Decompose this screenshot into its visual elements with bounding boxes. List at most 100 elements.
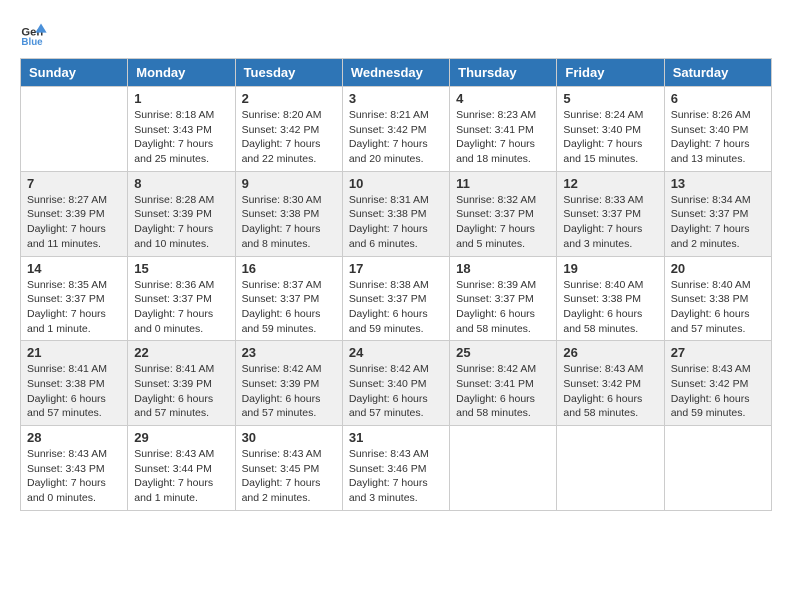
day-number: 26 xyxy=(563,345,657,360)
day-number: 2 xyxy=(242,91,336,106)
day-number: 1 xyxy=(134,91,228,106)
day-number: 27 xyxy=(671,345,765,360)
calendar-cell: 21 Sunrise: 8:41 AMSunset: 3:38 PMDayligh… xyxy=(21,341,128,426)
weekday-header-saturday: Saturday xyxy=(664,59,771,87)
day-info: Sunrise: 8:43 AMSunset: 3:46 PMDaylight:… xyxy=(349,447,443,506)
day-info: Sunrise: 8:43 AMSunset: 3:42 PMDaylight:… xyxy=(671,362,765,421)
day-number: 31 xyxy=(349,430,443,445)
day-number: 11 xyxy=(456,176,550,191)
weekday-header-wednesday: Wednesday xyxy=(342,59,449,87)
calendar-cell: 12 Sunrise: 8:33 AMSunset: 3:37 PMDayligh… xyxy=(557,171,664,256)
day-info: Sunrise: 8:28 AMSunset: 3:39 PMDaylight:… xyxy=(134,193,228,252)
day-info: Sunrise: 8:27 AMSunset: 3:39 PMDaylight:… xyxy=(27,193,121,252)
day-number: 19 xyxy=(563,261,657,276)
calendar-cell: 7 Sunrise: 8:27 AMSunset: 3:39 PMDaylight… xyxy=(21,171,128,256)
calendar-cell: 10Sunrise: 8:31 AMSunset: 3:38 PMDayligh… xyxy=(342,171,449,256)
day-number: 3 xyxy=(349,91,443,106)
day-info: Sunrise: 8:30 AMSunset: 3:38 PMDaylight:… xyxy=(242,193,336,252)
calendar-cell: 19 Sunrise: 8:40 AMSunset: 3:38 PMDayligh… xyxy=(557,256,664,341)
calendar-cell: 29 Sunrise: 8:43 AMSunset: 3:44 PMDayligh… xyxy=(128,426,235,511)
calendar-cell: 13Sunrise: 8:34 AMSunset: 3:37 PMDayligh… xyxy=(664,171,771,256)
day-number: 20 xyxy=(671,261,765,276)
calendar-cell: 27 Sunrise: 8:43 AMSunset: 3:42 PMDayligh… xyxy=(664,341,771,426)
logo-icon: Gen Blue xyxy=(20,20,48,48)
calendar-cell: 18 Sunrise: 8:39 AMSunset: 3:37 PMDayligh… xyxy=(450,256,557,341)
calendar-cell: 1 Sunrise: 8:18 AMSunset: 3:43 PMDaylight… xyxy=(128,87,235,172)
calendar-week-row: 7 Sunrise: 8:27 AMSunset: 3:39 PMDaylight… xyxy=(21,171,772,256)
calendar-cell: 22Sunrise: 8:41 AMSunset: 3:39 PMDayligh… xyxy=(128,341,235,426)
day-info: Sunrise: 8:43 AMSunset: 3:42 PMDaylight:… xyxy=(563,362,657,421)
page-header: Gen Blue xyxy=(20,20,772,48)
calendar-cell: 25 Sunrise: 8:42 AMSunset: 3:41 PMDayligh… xyxy=(450,341,557,426)
day-info: Sunrise: 8:41 AMSunset: 3:38 PMDaylight:… xyxy=(27,362,121,421)
calendar-cell: 8 Sunrise: 8:28 AMSunset: 3:39 PMDaylight… xyxy=(128,171,235,256)
calendar-cell: 11 Sunrise: 8:32 AMSunset: 3:37 PMDayligh… xyxy=(450,171,557,256)
day-number: 23 xyxy=(242,345,336,360)
day-info: Sunrise: 8:37 AMSunset: 3:37 PMDaylight:… xyxy=(242,278,336,337)
calendar-cell: 5 Sunrise: 8:24 AMSunset: 3:40 PMDaylight… xyxy=(557,87,664,172)
day-number: 14 xyxy=(27,261,121,276)
day-info: Sunrise: 8:31 AMSunset: 3:38 PMDaylight:… xyxy=(349,193,443,252)
weekday-header-sunday: Sunday xyxy=(21,59,128,87)
day-info: Sunrise: 8:23 AMSunset: 3:41 PMDaylight:… xyxy=(456,108,550,167)
day-number: 8 xyxy=(134,176,228,191)
day-info: Sunrise: 8:26 AMSunset: 3:40 PMDaylight:… xyxy=(671,108,765,167)
day-info: Sunrise: 8:18 AMSunset: 3:43 PMDaylight:… xyxy=(134,108,228,167)
day-number: 15 xyxy=(134,261,228,276)
day-number: 21 xyxy=(27,345,121,360)
day-info: Sunrise: 8:42 AMSunset: 3:40 PMDaylight:… xyxy=(349,362,443,421)
svg-text:Blue: Blue xyxy=(21,37,43,48)
calendar-cell: 15 Sunrise: 8:36 AMSunset: 3:37 PMDayligh… xyxy=(128,256,235,341)
day-number: 22 xyxy=(134,345,228,360)
day-info: Sunrise: 8:35 AMSunset: 3:37 PMDaylight:… xyxy=(27,278,121,337)
day-info: Sunrise: 8:42 AMSunset: 3:39 PMDaylight:… xyxy=(242,362,336,421)
day-number: 16 xyxy=(242,261,336,276)
day-info: Sunrise: 8:43 AMSunset: 3:45 PMDaylight:… xyxy=(242,447,336,506)
day-info: Sunrise: 8:24 AMSunset: 3:40 PMDaylight:… xyxy=(563,108,657,167)
calendar-cell xyxy=(557,426,664,511)
day-number: 7 xyxy=(27,176,121,191)
day-info: Sunrise: 8:38 AMSunset: 3:37 PMDaylight:… xyxy=(349,278,443,337)
weekday-header-thursday: Thursday xyxy=(450,59,557,87)
day-number: 6 xyxy=(671,91,765,106)
calendar-cell: 23 Sunrise: 8:42 AMSunset: 3:39 PMDayligh… xyxy=(235,341,342,426)
calendar-cell: 24 Sunrise: 8:42 AMSunset: 3:40 PMDayligh… xyxy=(342,341,449,426)
day-info: Sunrise: 8:20 AMSunset: 3:42 PMDaylight:… xyxy=(242,108,336,167)
calendar-week-row: 28Sunrise: 8:43 AMSunset: 3:43 PMDayligh… xyxy=(21,426,772,511)
day-info: Sunrise: 8:42 AMSunset: 3:41 PMDaylight:… xyxy=(456,362,550,421)
calendar-cell: 6 Sunrise: 8:26 AMSunset: 3:40 PMDaylight… xyxy=(664,87,771,172)
weekday-header-monday: Monday xyxy=(128,59,235,87)
calendar-cell: 2 Sunrise: 8:20 AMSunset: 3:42 PMDaylight… xyxy=(235,87,342,172)
calendar-cell xyxy=(21,87,128,172)
calendar-cell: 3 Sunrise: 8:21 AMSunset: 3:42 PMDaylight… xyxy=(342,87,449,172)
day-info: Sunrise: 8:40 AMSunset: 3:38 PMDaylight:… xyxy=(563,278,657,337)
day-info: Sunrise: 8:33 AMSunset: 3:37 PMDaylight:… xyxy=(563,193,657,252)
day-info: Sunrise: 8:21 AMSunset: 3:42 PMDaylight:… xyxy=(349,108,443,167)
logo: Gen Blue xyxy=(20,20,48,48)
weekday-header-friday: Friday xyxy=(557,59,664,87)
day-info: Sunrise: 8:40 AMSunset: 3:38 PMDaylight:… xyxy=(671,278,765,337)
calendar-cell xyxy=(664,426,771,511)
day-info: Sunrise: 8:36 AMSunset: 3:37 PMDaylight:… xyxy=(134,278,228,337)
calendar-cell: 26 Sunrise: 8:43 AMSunset: 3:42 PMDayligh… xyxy=(557,341,664,426)
day-number: 18 xyxy=(456,261,550,276)
day-number: 24 xyxy=(349,345,443,360)
calendar-cell: 30 Sunrise: 8:43 AMSunset: 3:45 PMDayligh… xyxy=(235,426,342,511)
day-info: Sunrise: 8:43 AMSunset: 3:44 PMDaylight:… xyxy=(134,447,228,506)
calendar-cell: 28Sunrise: 8:43 AMSunset: 3:43 PMDayligh… xyxy=(21,426,128,511)
calendar-table: SundayMondayTuesdayWednesdayThursdayFrid… xyxy=(20,58,772,511)
day-number: 25 xyxy=(456,345,550,360)
day-number: 30 xyxy=(242,430,336,445)
calendar-cell: 14 Sunrise: 8:35 AMSunset: 3:37 PMDayligh… xyxy=(21,256,128,341)
weekday-header-tuesday: Tuesday xyxy=(235,59,342,87)
calendar-cell: 31 Sunrise: 8:43 AMSunset: 3:46 PMDayligh… xyxy=(342,426,449,511)
day-number: 12 xyxy=(563,176,657,191)
calendar-week-row: 14 Sunrise: 8:35 AMSunset: 3:37 PMDayligh… xyxy=(21,256,772,341)
day-info: Sunrise: 8:39 AMSunset: 3:37 PMDaylight:… xyxy=(456,278,550,337)
day-number: 5 xyxy=(563,91,657,106)
calendar-cell: 20 Sunrise: 8:40 AMSunset: 3:38 PMDayligh… xyxy=(664,256,771,341)
calendar-week-row: 1 Sunrise: 8:18 AMSunset: 3:43 PMDaylight… xyxy=(21,87,772,172)
day-number: 29 xyxy=(134,430,228,445)
day-number: 28 xyxy=(27,430,121,445)
day-info: Sunrise: 8:32 AMSunset: 3:37 PMDaylight:… xyxy=(456,193,550,252)
